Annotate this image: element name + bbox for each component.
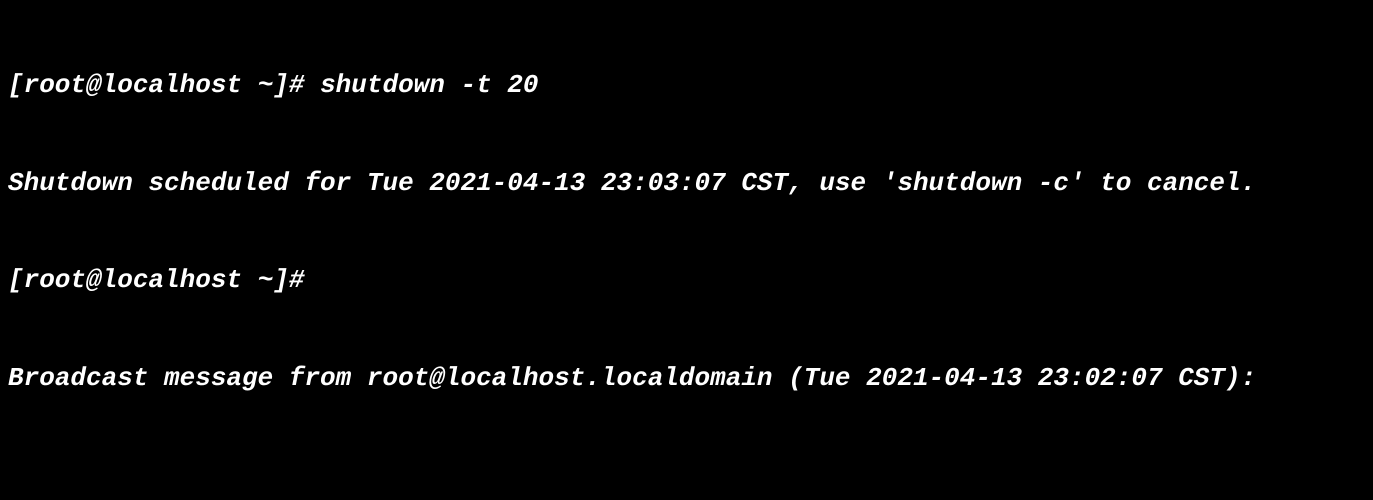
terminal-line: Shutdown scheduled for Tue 2021-04-13 23… [8, 167, 1365, 200]
blank-line [8, 459, 1365, 491]
terminal-line: [root@localhost ~]# shutdown -t 20 [8, 69, 1365, 102]
prompt: [root@localhost ~]# [8, 70, 304, 100]
terminal-line: Broadcast message from root@localhost.lo… [8, 362, 1365, 395]
output-text: Broadcast message from root@localhost.lo… [8, 363, 1256, 393]
terminal-window[interactable]: [root@localhost ~]# shutdown -t 20 Shutd… [0, 0, 1373, 500]
command-text: shutdown -t 20 [320, 70, 538, 100]
prompt: [root@localhost ~]# [8, 265, 304, 295]
output-text: Shutdown scheduled for Tue 2021-04-13 23… [8, 168, 1256, 198]
terminal-line: [root@localhost ~]# [8, 264, 1365, 297]
